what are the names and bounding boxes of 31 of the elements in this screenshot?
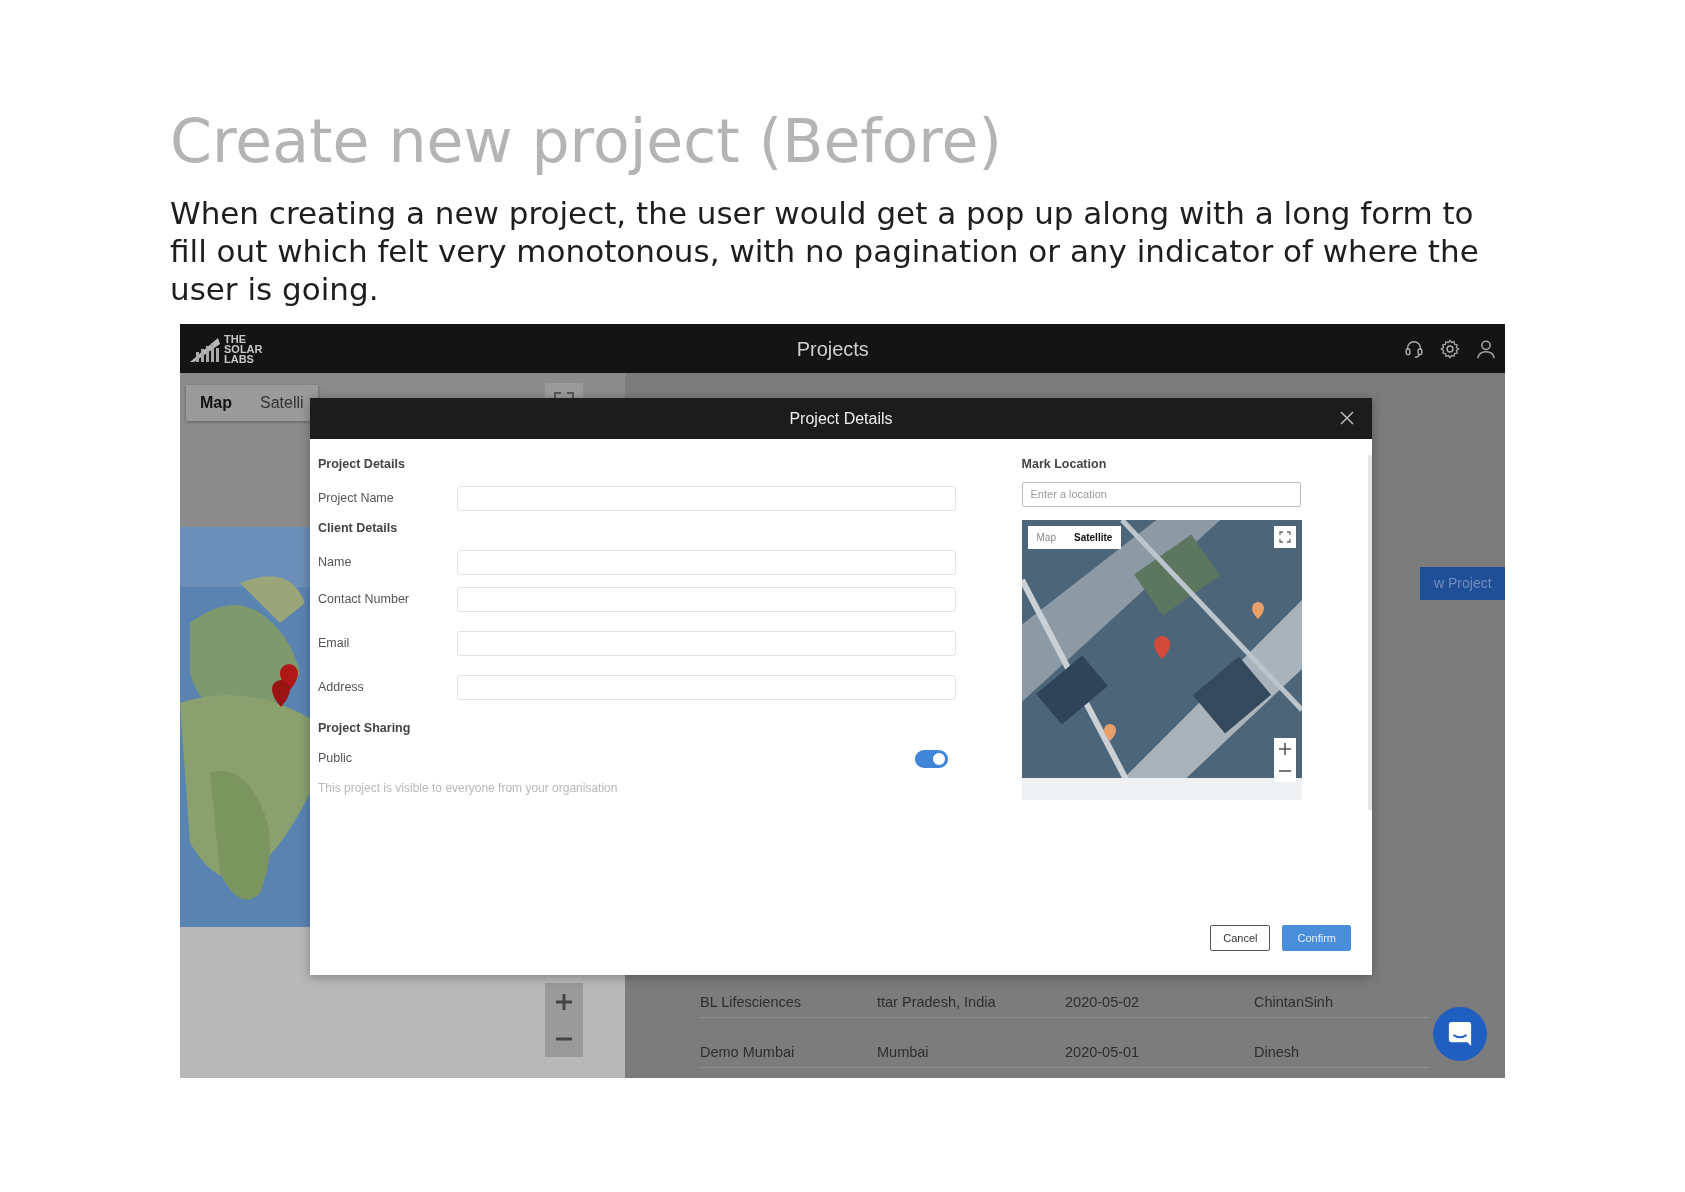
- new-project-button[interactable]: w Project: [1420, 567, 1505, 600]
- table-cell: ChintanSinh: [1254, 993, 1333, 1011]
- section-heading: Project Details: [318, 456, 406, 473]
- table-cell-text: 2020-05-01: [1065, 1043, 1141, 1061]
- table-cell-text: ttar Pradesh, India: [877, 993, 997, 1011]
- help-text: This project is visible to everyone from your organisation: [318, 780, 619, 797]
- field-label: Email: [318, 634, 351, 652]
- table-cell-text: Demo Mumbai: [700, 1043, 796, 1061]
- table-cell-text: Mumbai: [877, 1043, 930, 1061]
- confirm-button[interactable]: Confirm: [1282, 924, 1351, 951]
- field-label: Public: [318, 750, 354, 768]
- map-type-tab[interactable]: Map: [186, 385, 246, 421]
- section-heading: Client Details: [318, 519, 399, 537]
- map-type-tab[interactable]: Satellite: [1065, 525, 1122, 549]
- app-title: Projects: [795, 336, 870, 362]
- location-field[interactable]: Enter a location: [1021, 481, 1301, 507]
- logo-text: THE SOLAR LABS: [224, 333, 263, 364]
- field-label: Address: [318, 678, 365, 696]
- cancel-button[interactable]: Cancel: [1210, 924, 1271, 951]
- field-label: Name: [318, 553, 353, 571]
- modal-title: Project Details: [789, 408, 893, 429]
- table-cell-text: 2020-05-02: [1065, 993, 1141, 1011]
- slide-title: Create new project (Before): [170, 108, 1003, 174]
- slide-description: When creating a new project, the user would get a pop up along with a long form to fill out which felt very monotonous, with no pagination or any indicator of where the user is going.: [170, 194, 1480, 308]
- field-label: Project Name: [318, 489, 395, 507]
- table-cell: Dinesh: [1254, 1043, 1300, 1061]
- section-heading: Mark Location: [1021, 456, 1108, 473]
- table-cell-text: BL Lifesciences: [700, 993, 803, 1011]
- map-type-tab[interactable]: Map: [1027, 525, 1065, 549]
- section-heading: Project Sharing: [318, 719, 412, 737]
- field-label: Contact Number: [318, 590, 410, 608]
